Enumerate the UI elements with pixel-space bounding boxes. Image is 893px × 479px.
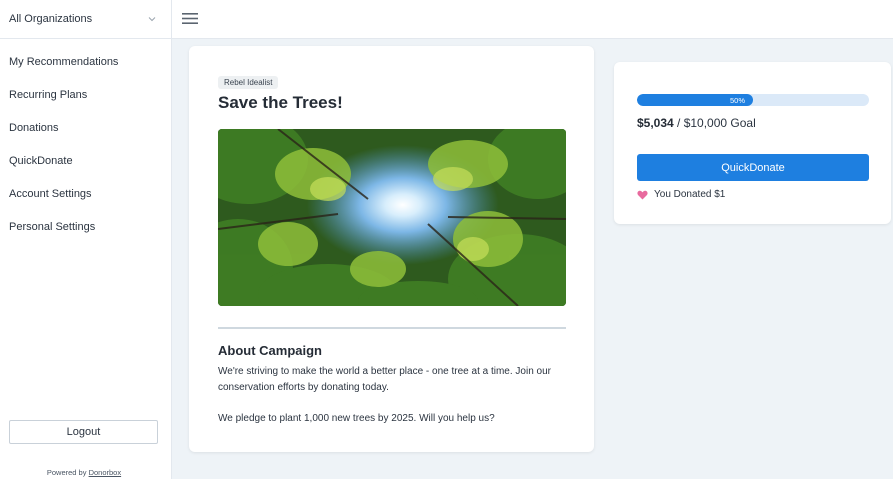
campaign-image — [218, 129, 566, 306]
progress-bar-fill: 50% — [637, 94, 753, 106]
powered-by: Powered by Donorbox — [0, 468, 168, 477]
campaign-card: Rebel Idealist Save the Trees! About Cam… — [189, 46, 594, 452]
campaign-title: Save the Trees! — [218, 93, 343, 112]
donation-card: 50% $5,034 / $10,000 Goal QuickDonate Yo… — [614, 62, 891, 224]
sidebar-item-personal-settings[interactable]: Personal Settings — [0, 210, 171, 243]
divider — [218, 327, 566, 329]
hamburger-menu-icon[interactable] — [182, 12, 198, 25]
sidebar-item-label: Donations — [9, 121, 59, 134]
sidebar-item-label: Personal Settings — [9, 220, 96, 233]
organization-select[interactable]: All Organizations — [0, 0, 171, 39]
pledge-text: We pledge to plant 1,000 new trees by 20… — [218, 413, 495, 424]
heart-icon — [637, 190, 648, 200]
raised-amount: $5,034 — [637, 116, 674, 130]
amount-raised: $5,034 / $10,000 Goal — [637, 116, 756, 130]
sidebar-item-recurring-plans[interactable]: Recurring Plans — [0, 78, 171, 111]
goal-amount: / $10,000 Goal — [673, 116, 756, 130]
campaign-tag: Rebel Idealist — [218, 76, 279, 89]
sidebar-item-quickdonate[interactable]: QuickDonate — [0, 144, 171, 177]
logout-button[interactable]: Logout — [9, 420, 158, 444]
about-campaign-heading: About Campaign — [218, 343, 322, 358]
top-bar — [172, 0, 893, 39]
sidebar-nav: My Recommendations Recurring Plans Donat… — [0, 39, 171, 243]
sidebar-item-label: Recurring Plans — [9, 88, 88, 101]
sidebar: All Organizations My Recommendations Rec… — [0, 0, 172, 479]
organization-select-value: All Organizations — [9, 13, 93, 25]
sidebar-item-label: Account Settings — [9, 187, 92, 200]
progress-percent-label: 50% — [729, 95, 745, 105]
quickdonate-button[interactable]: QuickDonate — [637, 154, 869, 181]
sidebar-item-my-recommendations[interactable]: My Recommendations — [0, 45, 171, 78]
about-campaign-text: We're striving to make the world a bette… — [218, 366, 551, 393]
sidebar-item-label: QuickDonate — [9, 154, 73, 167]
donated-status: You Donated $1 — [637, 189, 725, 200]
donated-text: You Donated $1 — [654, 189, 726, 200]
sidebar-item-donations[interactable]: Donations — [0, 111, 171, 144]
progress-bar: 50% — [637, 94, 869, 106]
sidebar-item-account-settings[interactable]: Account Settings — [0, 177, 171, 210]
tree-canopy-illustration — [218, 129, 566, 306]
donorbox-link[interactable]: Donorbox — [89, 468, 122, 477]
chevron-down-icon — [148, 17, 156, 22]
sidebar-item-label: My Recommendations — [9, 55, 119, 68]
powered-by-text: Powered by — [46, 468, 89, 477]
